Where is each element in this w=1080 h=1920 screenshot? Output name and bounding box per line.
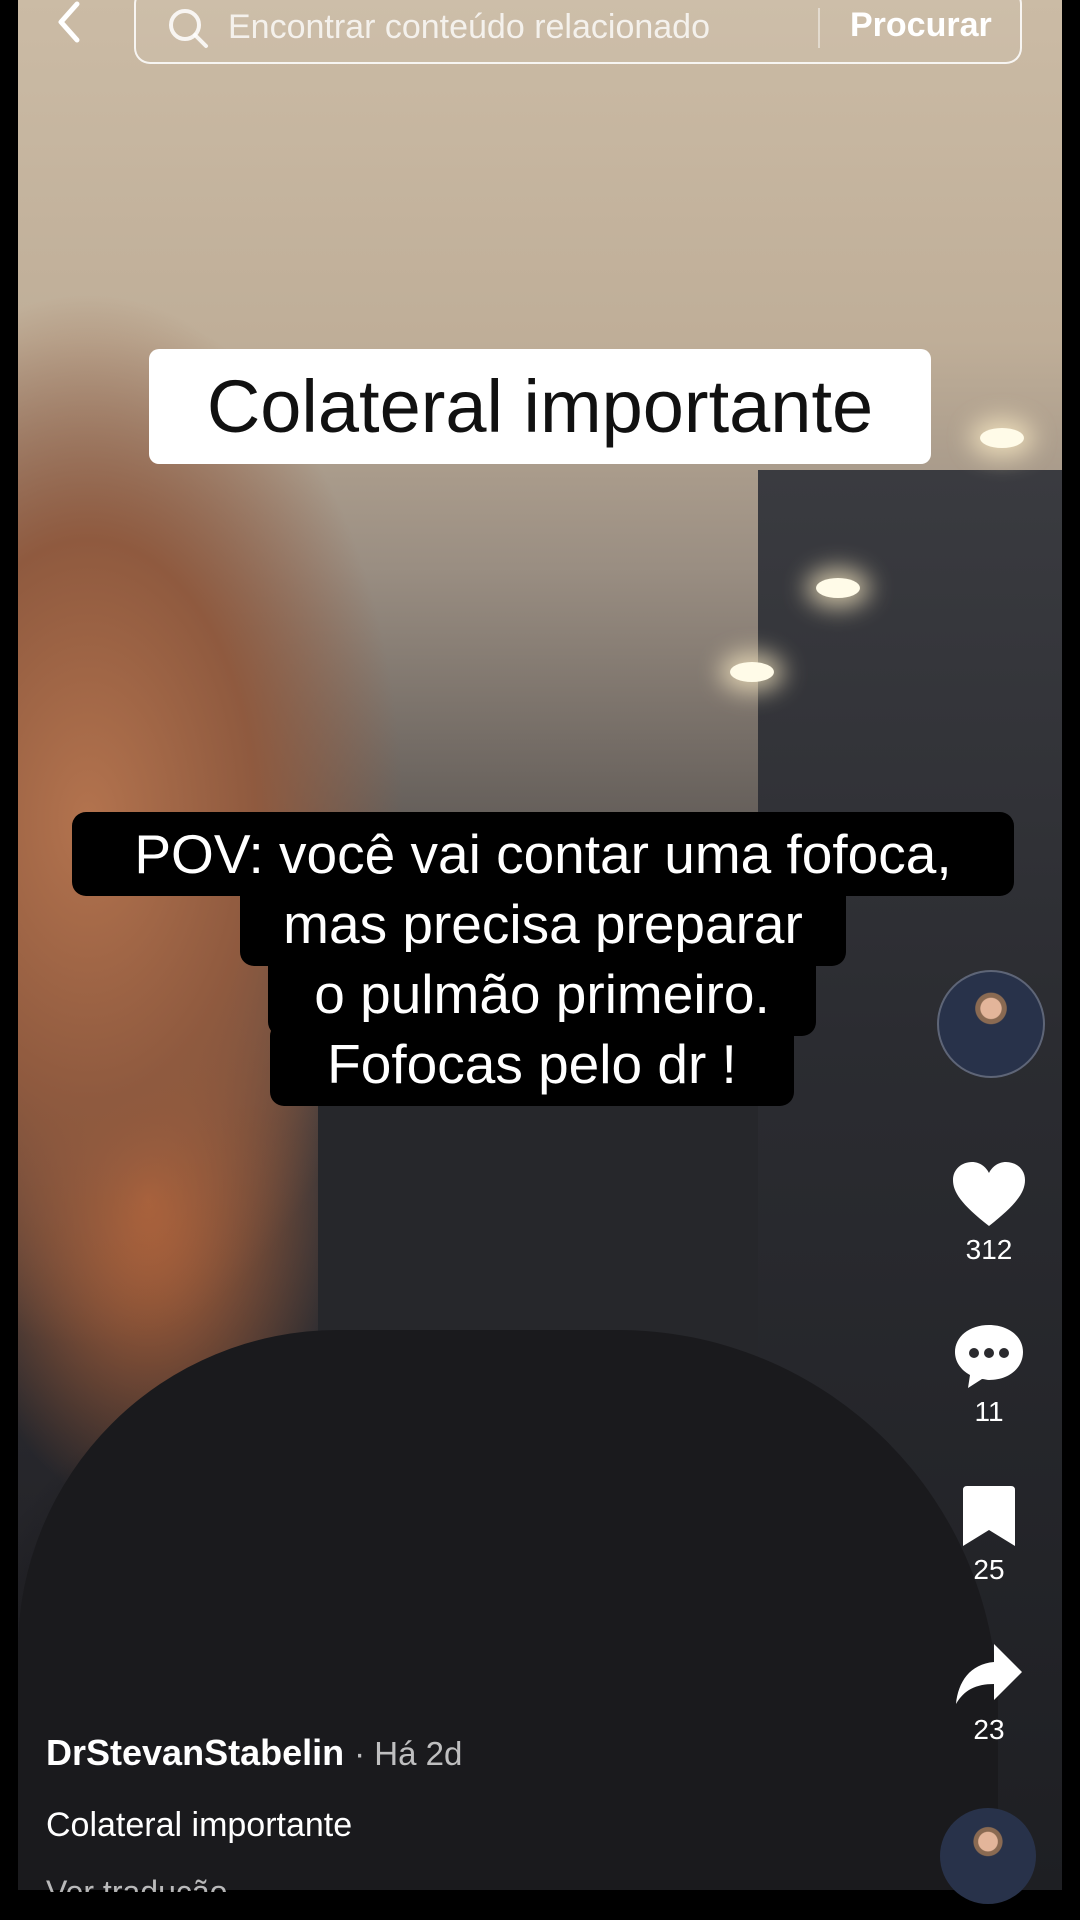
ceiling-light (730, 662, 774, 682)
bookmark-icon (963, 1486, 1015, 1546)
search-input[interactable]: Encontrar conteúdo relacionado (228, 8, 710, 47)
comment-count: 11 (974, 1396, 1004, 1427)
video-title-text: Colateral importante (206, 365, 874, 448)
post-time: · Há 2d (354, 1735, 463, 1772)
ceiling-light (816, 578, 860, 598)
share-icon (956, 1644, 1022, 1704)
heart-icon (953, 1162, 1025, 1226)
ceiling-light (980, 428, 1024, 448)
author-name[interactable]: DrStevanStabelin (46, 1732, 344, 1773)
like-button[interactable]: 312 (928, 1160, 1050, 1266)
share-count: 23 (973, 1714, 1005, 1745)
top-bar: Encontrar conteúdo relacionado Procurar (0, 0, 1080, 80)
comment-icon (955, 1325, 1023, 1388)
author-avatar[interactable] (937, 970, 1045, 1078)
search-icon (169, 9, 208, 48)
caption-line: Fofocas pelo dr ! (270, 1022, 794, 1106)
like-count: 312 (965, 1234, 1013, 1265)
back-icon (58, 1, 80, 43)
save-button[interactable]: 25 (928, 1484, 1050, 1586)
share-button[interactable]: 23 (928, 1642, 1050, 1746)
back-button[interactable] (48, 0, 88, 44)
search-bar[interactable]: Encontrar conteúdo relacionado Procurar (134, 0, 1022, 64)
search-divider (818, 8, 820, 48)
save-count: 25 (973, 1554, 1005, 1585)
search-button[interactable]: Procurar (850, 6, 992, 45)
video-title-overlay: Colateral importante (149, 349, 931, 464)
author-row[interactable]: DrStevanStabelin · Há 2d (46, 1732, 462, 1774)
music-disc[interactable] (940, 1808, 1036, 1904)
translate-link[interactable]: Ver tradução (46, 1872, 227, 1892)
post-description: Colateral importante (46, 1806, 353, 1844)
comment-button[interactable]: 11 (928, 1322, 1050, 1428)
